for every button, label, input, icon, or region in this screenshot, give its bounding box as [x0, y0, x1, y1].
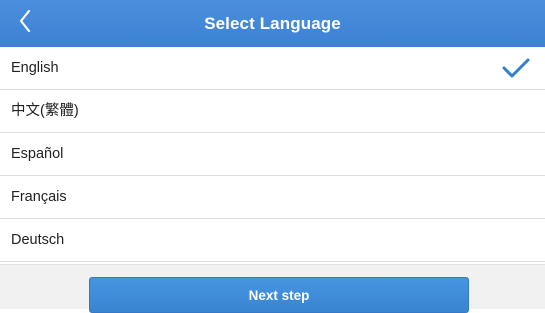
language-label: 中文(繁體)	[11, 103, 79, 119]
language-label: English	[11, 60, 59, 76]
language-label: Français	[11, 189, 67, 205]
language-list: English 中文(繁體) Español Français Deutsch	[0, 47, 545, 262]
language-item-french[interactable]: Français	[0, 176, 545, 219]
header-bar: Select Language	[0, 0, 545, 47]
language-item-german[interactable]: Deutsch	[0, 219, 545, 262]
language-item-english[interactable]: English	[0, 47, 545, 90]
page-title: Select Language	[204, 14, 341, 33]
next-step-button[interactable]: Next step	[89, 277, 469, 313]
language-label: Español	[11, 146, 64, 162]
language-label: Deutsch	[11, 232, 65, 248]
footer-bar: Next step	[0, 264, 545, 313]
language-item-spanish[interactable]: Español	[0, 133, 545, 176]
checkmark-icon	[502, 58, 530, 78]
language-item-chinese-traditional[interactable]: 中文(繁體)	[0, 90, 545, 133]
